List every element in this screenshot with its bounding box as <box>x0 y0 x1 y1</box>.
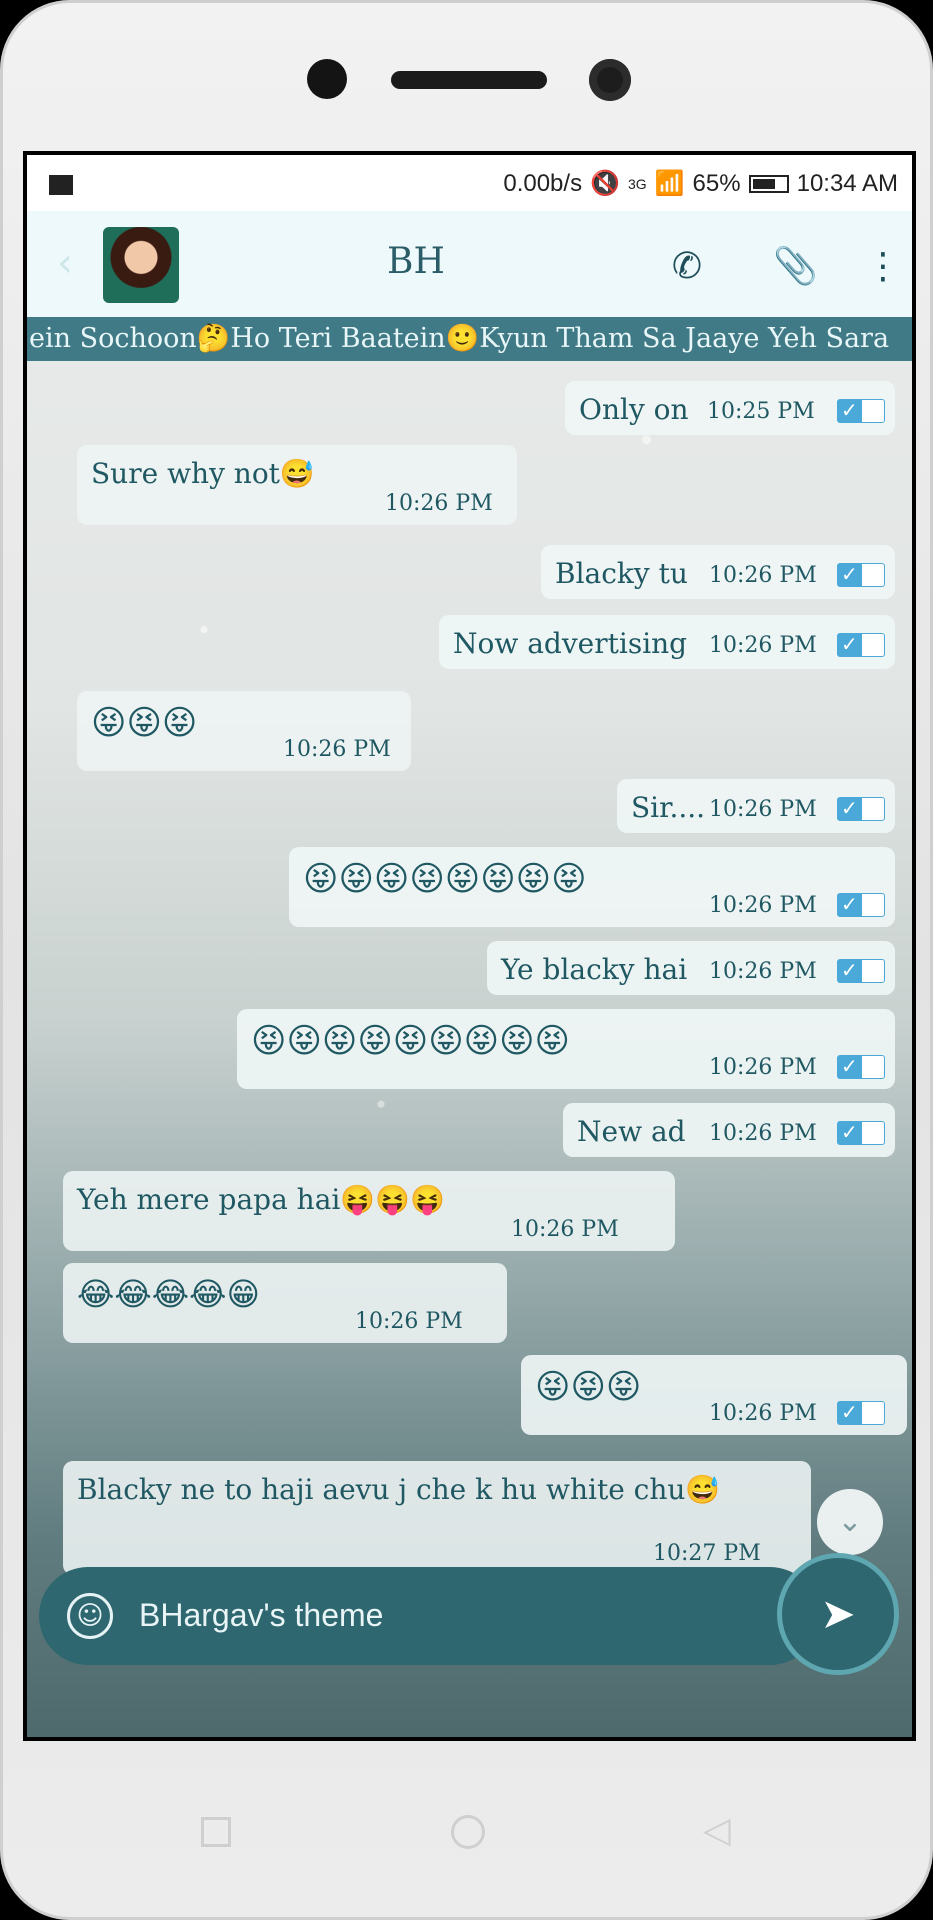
message-text: 😝😝😝 <box>535 1367 642 1407</box>
message-bubble-out[interactable]: 😝😝😝 10:26 PM <box>521 1355 907 1435</box>
message-text: Only on <box>579 393 689 426</box>
signal-icon: 📶 <box>654 170 685 197</box>
read-receipt-icon <box>837 398 885 423</box>
message-time: 10:26 PM <box>709 563 817 588</box>
screen: 0.00b/s 🔇 3G 📶 65% 10:34 AM ‹ BH ✆ 📎 ⋮ e… <box>23 151 916 1741</box>
message-time: 10:26 PM <box>709 1401 817 1426</box>
earpiece-speaker <box>391 71 547 89</box>
status-bar: 0.00b/s 🔇 3G 📶 65% 10:34 AM <box>27 155 912 211</box>
message-time: 10:27 PM <box>653 1541 761 1566</box>
message-time: 10:26 PM <box>709 893 817 918</box>
message-time: 10:26 PM <box>709 797 817 822</box>
message-input-bar[interactable]: ☺ BHargav's theme <box>39 1567 819 1665</box>
send-button[interactable]: ➤ <box>777 1553 899 1675</box>
scroll-to-bottom-button[interactable]: ⌄ <box>817 1489 883 1555</box>
message-time: 10:26 PM <box>709 959 817 984</box>
message-text: Now advertising <box>453 627 688 660</box>
message-text: Blacky tu <box>555 557 688 590</box>
read-receipt-icon <box>837 632 885 657</box>
read-receipt-icon <box>837 892 885 917</box>
message-text: 😝😝😝😝😝😝😝😝😝 <box>251 1021 570 1061</box>
message-text: Yeh mere papa hai😝😝😝 <box>77 1183 445 1216</box>
message-text: New ad <box>577 1115 686 1148</box>
back-arrow-icon[interactable]: ‹ <box>57 243 87 283</box>
message-text: 😝😝😝 <box>91 703 198 743</box>
read-receipt-icon <box>837 1400 885 1425</box>
network-type: 3G <box>627 175 647 192</box>
message-time: 10:26 PM <box>283 737 391 762</box>
message-time: 10:26 PM <box>355 1309 463 1334</box>
battery-icon <box>748 174 789 193</box>
message-time: 10:25 PM <box>707 399 815 424</box>
mute-icon: 🔇 <box>590 170 620 197</box>
message-time: 10:26 PM <box>385 491 493 516</box>
clock: 10:34 AM <box>796 169 898 197</box>
message-text: Sir.... <box>631 791 706 824</box>
read-receipt-icon <box>837 958 885 983</box>
read-receipt-icon <box>837 1054 885 1079</box>
recents-nav-button[interactable] <box>201 1817 231 1847</box>
image-notification-icon <box>49 175 73 195</box>
message-text: 😝😝😝😝😝😝😝😝 <box>303 859 587 899</box>
message-time: 10:26 PM <box>709 1121 817 1146</box>
message-time: 10:26 PM <box>709 1055 817 1080</box>
network-speed: 0.00b/s <box>503 169 583 197</box>
message-bubble-out[interactable]: Ye blacky hai 10:26 PM <box>487 941 895 995</box>
message-list[interactable]: Only on 10:25 PM Sure why not😅 10:26 PM … <box>27 361 912 1575</box>
read-receipt-icon <box>837 796 885 821</box>
message-bubble-in[interactable]: Sure why not😅 10:26 PM <box>77 445 517 525</box>
message-bubble-out[interactable]: 😝😝😝😝😝😝😝😝😝 10:26 PM <box>237 1009 895 1089</box>
message-bubble-out[interactable]: 😝😝😝😝😝😝😝😝 10:26 PM <box>289 847 895 927</box>
paperclip-icon[interactable]: 📎 <box>773 247 818 287</box>
home-nav-button[interactable] <box>451 1815 485 1849</box>
message-bubble-out[interactable]: Blacky tu 10:26 PM <box>541 545 895 599</box>
front-sensor <box>307 59 347 99</box>
contact-name[interactable]: BH <box>387 241 445 282</box>
message-bubble-out[interactable]: Sir.... 10:26 PM <box>617 779 895 833</box>
message-text: 😂😂😂😂😁 <box>77 1275 260 1313</box>
message-time: 10:26 PM <box>709 633 817 658</box>
message-bubble-out[interactable]: Only on 10:25 PM <box>565 381 895 435</box>
battery-percent: 65% <box>692 169 741 197</box>
more-vert-icon[interactable]: ⋮ <box>865 247 901 287</box>
message-time: 10:26 PM <box>511 1217 619 1242</box>
message-bubble-out[interactable]: Now advertising 10:26 PM <box>439 615 895 669</box>
front-camera <box>589 59 631 101</box>
avatar[interactable] <box>103 227 179 303</box>
read-receipt-icon <box>837 562 885 587</box>
message-text: Ye blacky hai <box>501 953 688 986</box>
chat-screen: 0.00b/s 🔇 3G 📶 65% 10:34 AM ‹ BH ✆ 📎 ⋮ e… <box>27 155 912 1737</box>
contact-status-marquee: ein Sochoon🤔Ho Teri Baatein🙂Kyun Tham Sa… <box>27 317 912 361</box>
emoji-icon[interactable]: ☺ <box>67 1593 113 1639</box>
message-bubble-in[interactable]: Blacky ne to haji aevu j che k hu white … <box>63 1461 811 1575</box>
back-nav-button[interactable]: ◁ <box>703 1811 743 1851</box>
message-text: Blacky ne to haji aevu j che k hu white … <box>77 1473 721 1506</box>
phone-frame: 0.00b/s 🔇 3G 📶 65% 10:34 AM ‹ BH ✆ 📎 ⋮ e… <box>0 0 933 1920</box>
message-bubble-in[interactable]: Yeh mere papa hai😝😝😝 10:26 PM <box>63 1171 675 1251</box>
phone-icon[interactable]: ✆ <box>667 247 707 287</box>
chat-header: ‹ BH ✆ 📎 ⋮ <box>27 211 912 317</box>
read-receipt-icon <box>837 1120 885 1145</box>
message-input[interactable]: BHargav's theme <box>139 1597 383 1634</box>
message-text: Sure why not😅 <box>91 457 315 490</box>
status-right: 0.00b/s 🔇 3G 📶 65% 10:34 AM <box>503 169 898 198</box>
message-bubble-in[interactable]: 😝😝😝 10:26 PM <box>77 691 411 771</box>
message-bubble-in[interactable]: 😂😂😂😂😁 10:26 PM <box>63 1263 507 1343</box>
message-bubble-out[interactable]: New ad 10:26 PM <box>563 1103 895 1157</box>
